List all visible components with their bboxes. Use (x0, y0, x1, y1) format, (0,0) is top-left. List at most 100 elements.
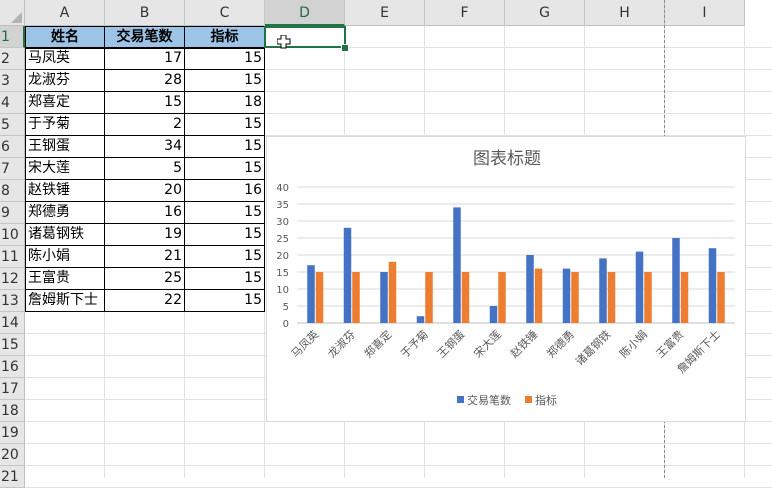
row-header-4[interactable]: 4 (0, 92, 25, 114)
y-tick-label: 20 (276, 251, 289, 262)
number-cell[interactable]: 15 (184, 47, 265, 70)
number-cell[interactable]: 15 (184, 201, 265, 224)
row-header-1[interactable]: 1 (0, 26, 25, 48)
name-cell[interactable]: 詹姆斯下士 (25, 289, 105, 312)
row-header-11[interactable]: 11 (0, 246, 25, 268)
bar-series2 (315, 272, 324, 323)
bar-series2 (534, 268, 543, 323)
bar-series2 (607, 272, 616, 323)
row-header-12[interactable]: 12 (0, 268, 25, 290)
bar-chart: 图表标题 0 5 10 15 20 25 30 35 40 马凤英 龙淑芬 郑喜定 于予菊 王钢蛋 宋大莲赵… (276, 149, 735, 407)
number-cell[interactable]: 22 (104, 289, 185, 312)
number-cell[interactable]: 19 (104, 223, 185, 246)
row-header-17[interactable]: 17 (0, 378, 25, 400)
name-cell[interactable]: 郑德勇 (25, 201, 105, 224)
row-header-13[interactable]: 13 (0, 290, 25, 312)
x-category-label: 诸葛钢铁 (573, 328, 613, 368)
number-cell[interactable]: 15 (184, 289, 265, 312)
number-cell[interactable]: 15 (184, 267, 265, 290)
row-header-19[interactable]: 19 (0, 422, 25, 444)
row-header-20[interactable]: 20 (0, 444, 25, 466)
bar-series1 (672, 238, 680, 323)
number-cell[interactable]: 16 (104, 201, 185, 224)
number-cell[interactable]: 15 (184, 223, 265, 246)
number-cell[interactable]: 17 (104, 47, 185, 70)
bar-series1 (562, 268, 571, 323)
number-cell[interactable]: 18 (184, 91, 265, 114)
row-header-14[interactable]: 14 (0, 312, 25, 334)
legend-label-series1: 交易笔数 (467, 393, 511, 407)
column-header-g[interactable]: G (505, 0, 585, 26)
number-cell[interactable]: 34 (104, 135, 185, 158)
number-cell[interactable]: 2 (104, 113, 185, 136)
row-header-16[interactable]: 16 (0, 356, 25, 378)
bar-series2 (644, 272, 652, 323)
x-category-label: 郑德勇 (544, 327, 577, 360)
row-header-2[interactable]: 2 (0, 48, 25, 70)
bar-series1 (489, 306, 498, 323)
number-cell[interactable]: 15 (104, 91, 185, 114)
column-header-d[interactable]: D (265, 0, 345, 26)
name-cell[interactable]: 龙淑芬 (25, 69, 105, 92)
chart-container[interactable]: 图表标题 0 5 10 15 20 25 30 35 40 马凤英 龙淑芬 郑喜定 于予菊 王钢蛋 宋大莲赵… (266, 136, 746, 422)
table-header-cell[interactable]: 姓名 (25, 26, 105, 49)
name-cell[interactable]: 陈小娟 (25, 245, 105, 268)
x-category-label: 郑喜定 (361, 327, 394, 360)
number-cell[interactable]: 15 (184, 135, 265, 158)
column-header-c[interactable]: C (185, 0, 265, 26)
grid-row-line (25, 443, 772, 444)
number-cell[interactable]: 5 (104, 157, 185, 180)
table-header-cell[interactable]: 指标 (184, 26, 265, 49)
number-cell[interactable]: 15 (184, 157, 265, 180)
name-cell[interactable]: 诸葛钢铁 (25, 223, 105, 246)
number-cell[interactable]: 15 (184, 245, 265, 268)
name-cell[interactable]: 赵铁锤 (25, 179, 105, 202)
y-tick-label: 35 (276, 200, 289, 211)
row-header-15[interactable]: 15 (0, 334, 25, 356)
column-header-a[interactable]: A (25, 0, 105, 26)
bar-series1 (416, 316, 425, 323)
y-tick-label: 5 (283, 302, 289, 313)
row-header-10[interactable]: 10 (0, 224, 25, 246)
name-cell[interactable]: 王钢蛋 (25, 135, 105, 158)
name-cell[interactable]: 于予菊 (25, 113, 105, 136)
y-tick-label: 30 (276, 217, 289, 228)
number-cell[interactable]: 28 (104, 69, 185, 92)
table-header-cell[interactable]: 交易笔数 (104, 26, 185, 49)
name-cell[interactable]: 马凤英 (25, 47, 105, 70)
column-header-h[interactable]: H (585, 0, 665, 26)
name-cell[interactable]: 宋大莲 (25, 157, 105, 180)
column-header-i[interactable]: I (665, 0, 745, 26)
column-header-f[interactable]: F (425, 0, 505, 26)
number-cell[interactable]: 25 (104, 267, 185, 290)
grid-row-line (25, 465, 772, 466)
column-header-b[interactable]: B (105, 0, 185, 26)
row-header-9[interactable]: 9 (0, 202, 25, 224)
row-header-18[interactable]: 18 (0, 400, 25, 422)
y-tick-label: 15 (276, 268, 289, 279)
bar-series2 (352, 272, 360, 323)
select-all-corner[interactable] (0, 0, 25, 26)
y-tick-label: 0 (283, 319, 289, 330)
row-header-6[interactable]: 6 (0, 136, 25, 158)
row-header-8[interactable]: 8 (0, 180, 25, 202)
x-category-label: 王钢蛋 (435, 328, 468, 361)
number-cell[interactable]: 20 (104, 179, 185, 202)
name-cell[interactable]: 郑喜定 (25, 91, 105, 114)
number-cell[interactable]: 16 (184, 179, 265, 202)
number-cell[interactable]: 15 (184, 113, 265, 136)
fill-handle[interactable] (341, 44, 349, 52)
bar-series1 (526, 255, 534, 323)
number-cell[interactable]: 21 (104, 245, 185, 268)
row-header-7[interactable]: 7 (0, 158, 25, 180)
row-header-3[interactable]: 3 (0, 70, 25, 92)
bar-series2 (680, 272, 689, 323)
bar-series1 (708, 248, 717, 323)
name-cell[interactable]: 王富贵 (25, 267, 105, 290)
y-tick-label: 25 (276, 234, 289, 245)
row-header-5[interactable]: 5 (0, 114, 25, 136)
number-cell[interactable]: 15 (184, 69, 265, 92)
column-header-e[interactable]: E (345, 0, 425, 26)
row-header-21[interactable]: 21 (0, 466, 25, 488)
x-category-label: 宋大莲 (471, 327, 504, 360)
